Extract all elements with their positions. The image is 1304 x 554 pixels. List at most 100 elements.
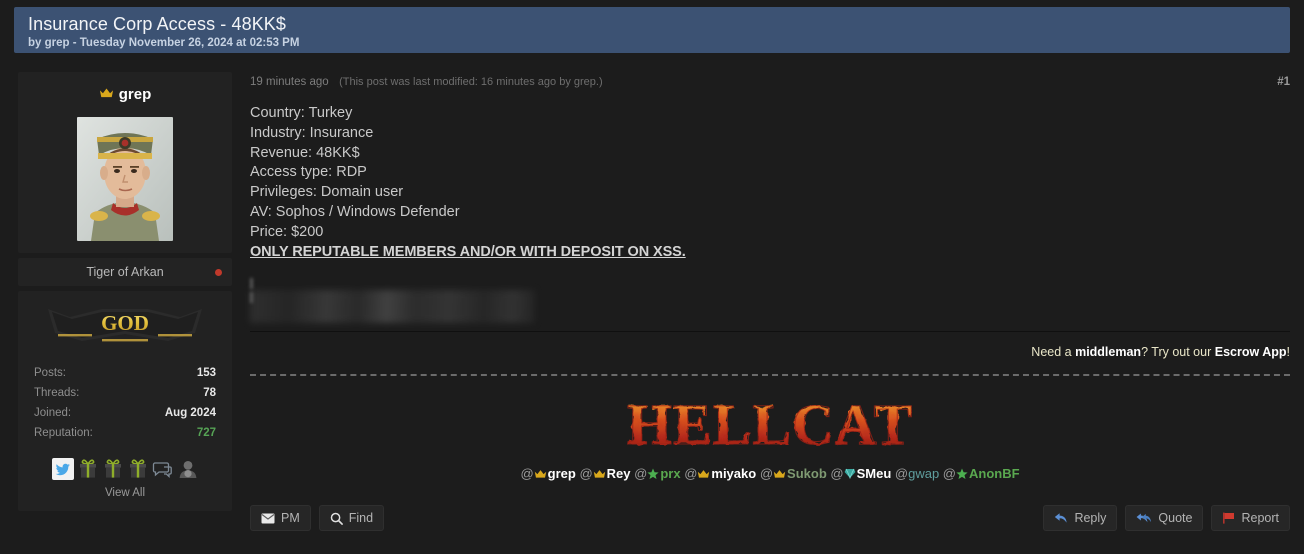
reply-button[interactable]: Reply	[1043, 505, 1118, 531]
post-line: Revenue: 48KK$	[250, 144, 360, 161]
crown-icon	[534, 469, 547, 479]
awards-row	[28, 458, 222, 480]
stat-key: Reputation:	[34, 427, 93, 439]
post-line: Access type: RDP	[250, 164, 367, 181]
post-line: AV: Sophos / Windows Defender	[250, 203, 460, 220]
author-stats-panel: GOD Posts: 153 Threads: 78 Joined: Aug 2…	[18, 291, 232, 511]
mention[interactable]: @ gwap	[895, 466, 943, 481]
signature-divider	[250, 374, 1290, 377]
at-symbol: @	[684, 466, 698, 482]
avatar[interactable]	[77, 117, 173, 241]
mention[interactable]: @ miyako	[684, 466, 760, 481]
mention-name: AnonBF	[969, 466, 1020, 482]
twitter-icon[interactable]	[51, 458, 74, 480]
gift-icon[interactable]	[102, 458, 124, 480]
post-meta: 19 minutes ago (This post was last modif…	[250, 72, 1290, 90]
star-icon	[956, 468, 968, 480]
stat-key: Threads:	[34, 387, 80, 399]
thread-header: Insurance Corp Access - 48KK$ by grep - …	[14, 7, 1290, 53]
person-icon[interactable]	[177, 458, 199, 480]
divider	[250, 331, 1290, 333]
at-symbol: @	[894, 466, 909, 482]
mention-name: prx	[660, 466, 681, 482]
mention-name: Rey	[606, 466, 631, 482]
mention-name: gwap	[908, 466, 940, 482]
mention-name: grep	[547, 466, 576, 482]
author-stats-table: Posts: 153 Threads: 78 Joined: Aug 2024 …	[28, 363, 222, 443]
gift-icon[interactable]	[127, 458, 149, 480]
post-author-sidebar: grep Tiger of Arkan GOD Posts: 153 Threa…	[18, 72, 232, 511]
speech-bubble-icon[interactable]	[152, 458, 174, 480]
pm-button-label: PM	[281, 511, 300, 525]
reply-arrow-icon	[1054, 512, 1068, 524]
stat-key: Joined:	[34, 407, 72, 419]
pm-button[interactable]: PM	[250, 505, 311, 531]
post-line: Industry: Insurance	[250, 124, 374, 141]
mention[interactable]: @ prx	[634, 466, 684, 481]
crown-icon	[773, 469, 786, 479]
post-line: Price: $200	[250, 223, 324, 240]
rank-banner-text: GOD	[101, 311, 149, 335]
table-row: Joined: Aug 2024	[28, 403, 222, 423]
at-symbol: @	[830, 466, 844, 482]
quote-button[interactable]: Quote	[1125, 505, 1204, 531]
post-actions: PM Find Reply Quote Report	[250, 505, 1290, 531]
mention[interactable]: @ grep	[520, 466, 579, 481]
quote-button-label: Quote	[1158, 511, 1193, 525]
envelope-icon	[261, 513, 275, 524]
signature-mentions: @ grep @ Rey @ prx @ miyako @ Sukob @ SMeu @ gw…	[250, 466, 1290, 481]
author-panel: grep	[18, 72, 232, 253]
mention-name: Sukob	[787, 466, 827, 482]
at-symbol: @	[579, 466, 593, 482]
status-badge	[215, 269, 222, 276]
post-timestamp: 19 minutes ago	[250, 76, 329, 88]
page-title: Insurance Corp Access - 48KK$	[28, 14, 287, 34]
crown-icon	[593, 469, 606, 479]
forum-thread-page: Insurance Corp Access - 48KK$ by grep - …	[0, 0, 1304, 554]
gem-icon	[844, 468, 856, 480]
svg-text:HELLCAT: HELLCAT	[627, 392, 913, 457]
post-actions-left: PM Find	[250, 505, 385, 531]
mention-name: miyako	[711, 466, 757, 482]
thread-byline: by grep - Tuesday November 26, 2024 at 0…	[28, 37, 300, 49]
mention[interactable]: @ AnonBF	[943, 466, 1020, 481]
mention[interactable]: @ SMeu	[830, 466, 895, 481]
post-body: 19 minutes ago (This post was last modif…	[250, 72, 1290, 481]
flag-icon	[1222, 512, 1235, 524]
find-button[interactable]: Find	[318, 505, 385, 531]
mention[interactable]: @ Rey	[579, 466, 634, 481]
reply-button-label: Reply	[1074, 511, 1107, 525]
stat-value: Aug 2024	[164, 407, 216, 419]
at-symbol: @	[634, 466, 648, 482]
post-edited-note: (This post was last modified: 16 minutes…	[339, 76, 603, 88]
stat-value: 153	[196, 367, 216, 379]
mention-name: SMeu	[856, 466, 892, 482]
quote-arrows-icon	[1136, 512, 1152, 524]
report-button[interactable]: Report	[1211, 505, 1290, 531]
post-actions-right: Reply Quote Report	[1043, 505, 1290, 531]
mention[interactable]: @ Sukob	[760, 466, 831, 481]
escrow-app-link[interactable]: Escrow App	[1215, 345, 1287, 359]
escrow-prefix: Need a	[1031, 345, 1076, 360]
post-emphasis-line: ONLY REPUTABLE MEMBERS AND/OR WITH DEPOS…	[250, 243, 686, 260]
at-symbol: @	[942, 466, 956, 482]
post-signature: HELLCAT HELLCAT @ grep @ Rey @ prx @ miyako …	[250, 388, 1290, 482]
table-row: Posts: 153	[28, 363, 222, 383]
stat-key: Posts:	[34, 367, 66, 379]
post-line: Country: Turkey	[250, 105, 353, 121]
post-number[interactable]: #1	[1277, 76, 1290, 88]
gift-icon[interactable]	[77, 458, 99, 480]
find-button-label: Find	[348, 511, 374, 525]
author-name-row[interactable]: grep	[28, 86, 222, 103]
star-icon	[647, 468, 659, 480]
escrow-middle: ? Try out our	[1141, 345, 1215, 360]
report-button-label: Report	[1241, 511, 1279, 525]
author-title-panel: Tiger of Arkan	[18, 258, 232, 286]
avatar-image	[77, 117, 173, 241]
escrow-promo[interactable]: Need a middleman? Try out our Escrow App…	[250, 344, 1290, 360]
at-symbol: @	[759, 466, 774, 482]
table-row: Reputation: 727	[28, 423, 222, 443]
crown-icon	[99, 87, 114, 102]
stat-value-reputation[interactable]: 727	[131, 423, 222, 443]
view-all-awards-link[interactable]: View All	[28, 487, 222, 499]
